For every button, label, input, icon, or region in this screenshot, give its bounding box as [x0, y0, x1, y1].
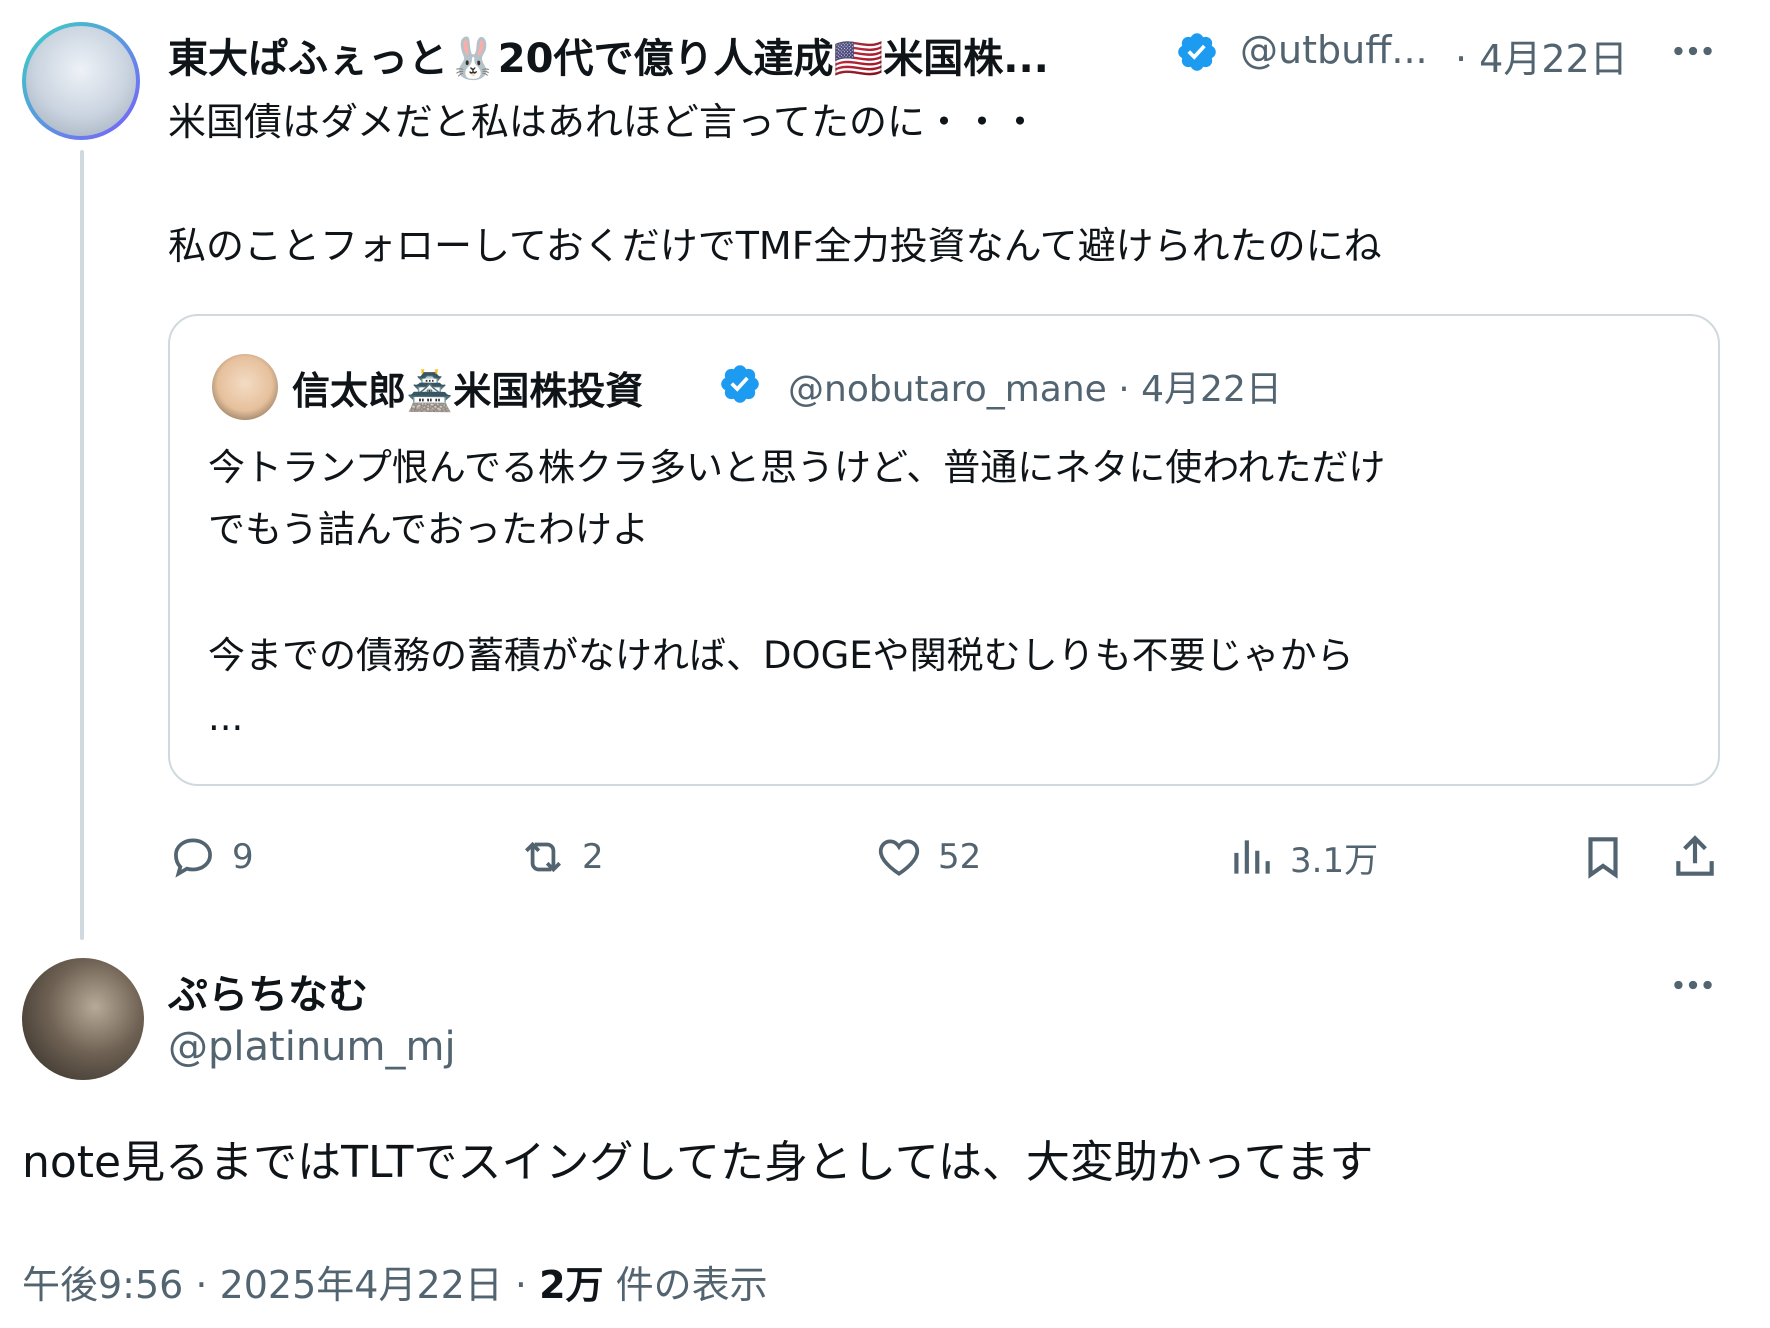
author-name[interactable]: 東大ぱふぇっと🐰20代で億り人達成🇺🇸米国株... — [168, 26, 1049, 84]
tweet-text-line-1: 米国債はダメだと私はあれほど言ってたのに・・・ — [168, 100, 1039, 144]
quote-text-line-3: 今までの債務の蓄積がなければ、DOGEや関税むしりも不要じゃから — [208, 634, 1354, 677]
reply-views-number: 2万 — [539, 1263, 604, 1307]
author-avatar[interactable] — [22, 22, 140, 140]
reply-icon — [174, 838, 212, 878]
like-icon — [878, 839, 920, 876]
bookmark-icon — [1588, 837, 1618, 879]
reply-more-icon[interactable] — [1668, 960, 1718, 1014]
views-button[interactable]: 3.1万 — [1226, 830, 1378, 884]
reply-text: note見るまではTLTでスイングしてた身としては、大変助かってます — [22, 1137, 1374, 1188]
tweet-text-line-2: 私のことフォローしておくだけでTMF全力投資なんて避けられたのにね — [168, 224, 1382, 268]
retweet-button[interactable]: 2 — [518, 830, 604, 884]
reply-count: 9 — [232, 837, 254, 877]
reply-author-handle[interactable]: @platinum_mj — [168, 1024, 456, 1070]
reply-author-avatar[interactable] — [22, 958, 144, 1080]
verified-badge-icon — [1175, 30, 1219, 78]
reply-views-label: 件の表示 — [615, 1263, 768, 1307]
thread-line — [80, 150, 84, 940]
like-button[interactable]: 52 — [874, 830, 981, 884]
more-icon[interactable] — [1668, 26, 1718, 80]
quote-text-line-1: 今トランプ恨んでる株クラ多いと思うけど、普通にネタに使われただけ — [208, 446, 1386, 489]
share-icon — [1676, 835, 1714, 876]
retweet-count: 2 — [582, 837, 604, 877]
tweet-date[interactable]: · 4月22日 — [1455, 28, 1628, 83]
like-count: 52 — [938, 837, 982, 877]
reply-button[interactable]: 9 — [168, 830, 254, 884]
quote-text-line-4: ... — [208, 696, 244, 739]
quote-verified-badge-icon — [718, 362, 762, 410]
view-count: 3.1万 — [1290, 840, 1379, 881]
quoted-tweet-card[interactable]: 信太郎🏯米国株投資 @nobutaro_mane · 4月22日 今トランプ恨ん… — [168, 314, 1720, 786]
quote-text-line-2: でもう詰んでおったわけよ — [208, 508, 650, 551]
reply-author-name[interactable]: ぷらちなむ — [168, 962, 368, 1020]
retweet-icon — [525, 841, 561, 873]
share-button[interactable] — [1670, 830, 1720, 884]
author-handle[interactable]: @utbuff... — [1240, 28, 1428, 72]
quote-author-avatar[interactable] — [212, 354, 278, 420]
quote-handle-date[interactable]: @nobutaro_mane · 4月22日 — [788, 360, 1282, 412]
quote-author-name[interactable]: 信太郎🏯米国株投資 — [292, 360, 643, 415]
reply-meta: 午後9:56 · 2025年4月22日 · 2万 件の表示 — [22, 1254, 768, 1309]
reply-timestamp[interactable]: 午後9:56 · 2025年4月22日 · — [22, 1263, 527, 1307]
views-icon — [1234, 840, 1270, 874]
bookmark-button[interactable] — [1578, 830, 1628, 884]
